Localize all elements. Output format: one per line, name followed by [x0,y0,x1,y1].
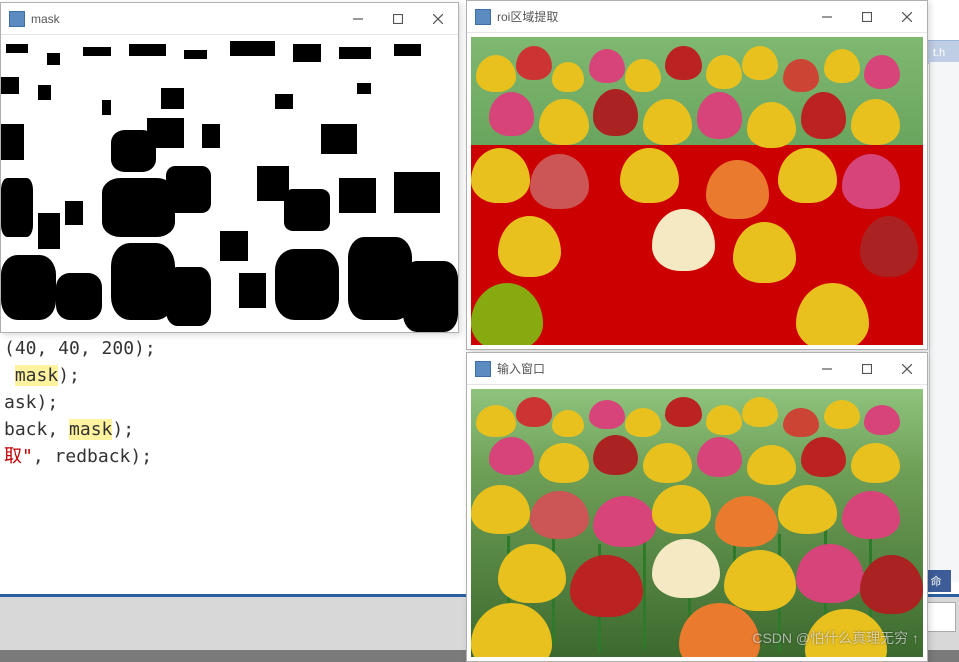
maximize-button[interactable] [378,3,418,35]
minimize-button[interactable] [807,353,847,385]
app-icon [9,11,25,27]
window-title: roi区域提取 [497,8,807,25]
maximize-button[interactable] [847,353,887,385]
code-string: 取" [4,446,33,467]
mask-image [1,35,458,332]
window-title: mask [31,12,338,26]
code-line: , redback); [33,446,152,467]
window-input[interactable]: 输入窗口 [466,352,928,662]
code-editor[interactable]: (40, 40, 200); mask); ask); back, mask);… [0,335,460,470]
close-button[interactable] [887,1,927,33]
code-line: ); [58,365,80,386]
status-box [926,602,956,632]
code-line: ask); [4,392,58,413]
app-icon [475,9,491,25]
window-roi[interactable]: roi区域提取 [466,0,928,350]
code-line: (40, 40, 200); [4,338,156,359]
roi-image [471,37,923,345]
close-button[interactable] [887,353,927,385]
code-highlight: mask [69,419,112,440]
code-line: back, [4,419,69,440]
code-line: ); [112,419,134,440]
window-mask[interactable]: mask [0,2,459,333]
window-title: 输入窗口 [497,360,807,377]
code-highlight: mask [15,365,58,386]
titlebar[interactable]: 输入窗口 [467,353,927,385]
maximize-button[interactable] [847,1,887,33]
titlebar[interactable]: mask [1,3,458,35]
code-line [4,365,15,386]
minimize-button[interactable] [807,1,847,33]
watermark: CSDN @怕什么真理无穷 ↑ [752,628,919,648]
minimize-button[interactable] [338,3,378,35]
ide-sidebar [929,62,959,582]
app-icon [475,361,491,377]
titlebar[interactable]: roi区域提取 [467,1,927,33]
close-button[interactable] [418,3,458,35]
input-image [471,389,923,657]
